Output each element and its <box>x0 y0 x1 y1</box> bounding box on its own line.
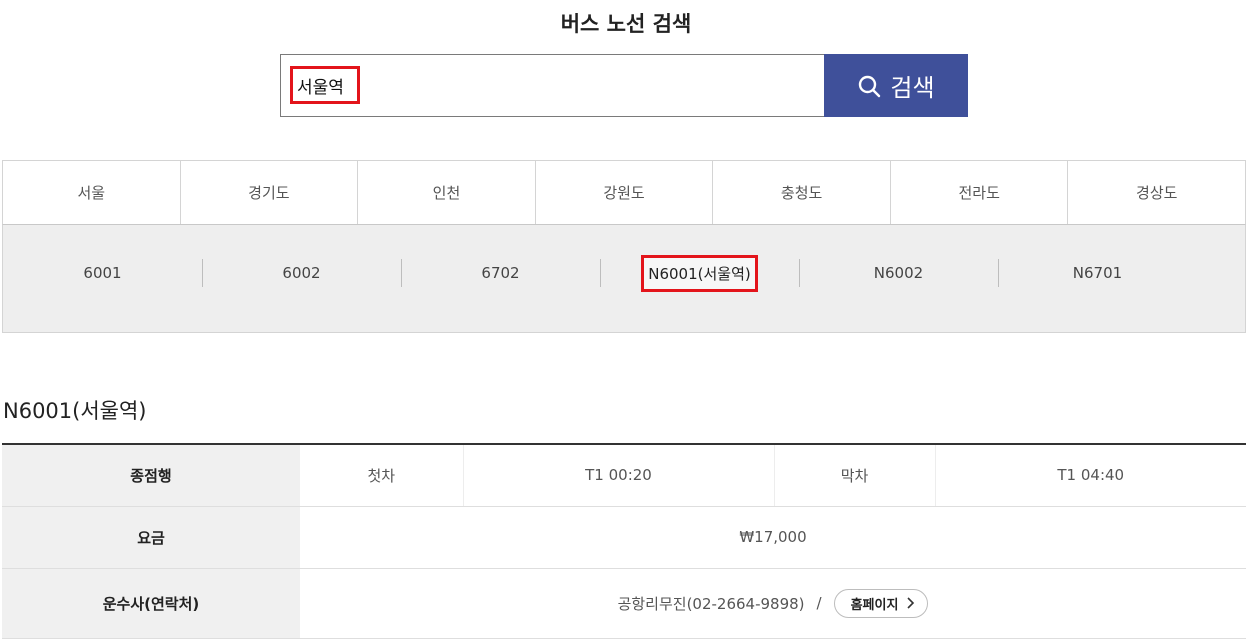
search-icon <box>859 75 881 97</box>
route-info-table: 종점행 첫차 T1 00:20 막차 T1 04:40 요금 ₩17,000 운… <box>2 443 1246 639</box>
tab-chungcheong[interactable]: 충청도 <box>713 161 891 224</box>
route-label: N6002 <box>873 264 924 282</box>
tab-gyeonggi[interactable]: 경기도 <box>181 161 359 224</box>
search-input[interactable] <box>290 66 360 104</box>
route-label: 6002 <box>282 264 321 282</box>
homepage-button-label: 홈페이지 <box>850 597 899 613</box>
route-panel: 6001 6002 6702 N6001(서울역) N6002 N6701 <box>2 225 1246 333</box>
route-item-n6001[interactable]: N6001(서울역) <box>600 253 799 293</box>
page-title: 버스 노선 검색 <box>560 12 692 36</box>
route-label: 6702 <box>481 264 520 282</box>
search-box[interactable] <box>280 54 824 117</box>
search-button[interactable]: 검색 <box>824 54 968 117</box>
tab-gangwon[interactable]: 강원도 <box>536 161 714 224</box>
tab-incheon[interactable]: 인천 <box>358 161 536 224</box>
route-detail-title: N6001(서울역) <box>3 399 147 423</box>
search-button-label: 검색 <box>890 74 935 102</box>
first-bus-time: T1 00:20 <box>462 444 774 507</box>
last-bus-time: T1 04:40 <box>934 444 1246 507</box>
homepage-button[interactable]: 홈페이지 <box>833 588 929 618</box>
route-item-n6002[interactable]: N6002 <box>799 253 998 293</box>
route-list: 6001 6002 6702 N6001(서울역) N6002 N6701 <box>3 253 1203 293</box>
tab-jeolla[interactable]: 전라도 <box>891 161 1069 224</box>
separator: / <box>816 594 822 612</box>
search-bar: 검색 <box>280 54 968 117</box>
tab-gyeongsang[interactable]: 경상도 <box>1068 161 1245 224</box>
route-label: N6701 <box>1072 264 1123 282</box>
destination-label: 종점행 <box>2 444 300 507</box>
table-row: 종점행 첫차 T1 00:20 막차 T1 04:40 <box>2 444 1246 507</box>
operator-contact: 공항리무진(02-2664-9898) <box>617 594 805 613</box>
route-item-n6701[interactable]: N6701 <box>998 253 1197 293</box>
route-item-6002[interactable]: 6002 <box>202 253 401 293</box>
route-item-6001[interactable]: 6001 <box>3 253 202 293</box>
chevron-right-icon <box>907 597 915 609</box>
table-row: 요금 ₩17,000 <box>2 506 1246 569</box>
operator-cell: 공항리무진(02-2664-9898) / 홈페이지 <box>300 568 1246 639</box>
fare-value: ₩17,000 <box>300 506 1246 569</box>
operator-label: 운수사(연락처) <box>2 568 300 639</box>
route-label-selected: N6001(서울역) <box>641 254 758 292</box>
fare-label: 요금 <box>2 506 300 569</box>
region-tabs: 서울 경기도 인천 강원도 충청도 전라도 경상도 <box>2 160 1246 225</box>
last-bus-label: 막차 <box>773 444 935 507</box>
operator-line: 공항리무진(02-2664-9898) / 홈페이지 <box>617 588 929 618</box>
route-label: 6001 <box>83 264 122 282</box>
route-item-6702[interactable]: 6702 <box>401 253 600 293</box>
first-bus-label: 첫차 <box>300 444 463 507</box>
table-row: 운수사(연락처) 공항리무진(02-2664-9898) / 홈페이지 <box>2 568 1246 639</box>
tab-seoul[interactable]: 서울 <box>3 161 181 224</box>
